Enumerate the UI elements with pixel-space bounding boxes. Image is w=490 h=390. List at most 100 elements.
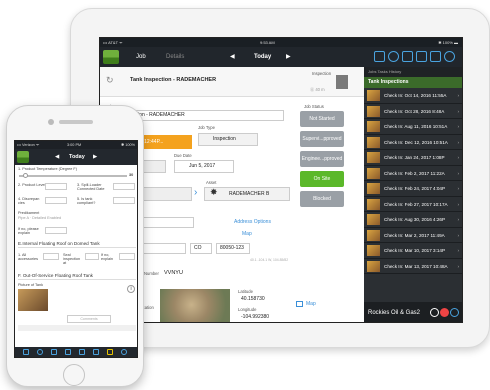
photo-info-icon[interactable]: i bbox=[127, 285, 135, 293]
phone-chart-icon[interactable] bbox=[79, 349, 85, 355]
phone-doc-icon[interactable] bbox=[93, 349, 99, 355]
chevron-right-icon: › bbox=[457, 124, 459, 129]
home-button[interactable] bbox=[63, 364, 85, 386]
temperature-slider[interactable] bbox=[19, 175, 127, 177]
phone-sync-icon[interactable] bbox=[121, 349, 127, 355]
map-pin-icon[interactable] bbox=[388, 51, 399, 62]
front-camera bbox=[48, 119, 54, 125]
list-icon[interactable] bbox=[374, 51, 385, 62]
check-in-item[interactable]: Check In: Oct 28, 2016 8:48A › bbox=[364, 104, 462, 119]
slider-thumb[interactable] bbox=[23, 173, 28, 178]
grid-icon[interactable] bbox=[416, 51, 427, 62]
tablet-status-bar: ••• AT&T ᯤ 9:53 AM ✱ 100% ▬ bbox=[100, 38, 462, 47]
explain-input[interactable] bbox=[45, 227, 67, 234]
phone-tab-bar bbox=[15, 347, 137, 357]
phone-device: ••• Verizon ᯤ 3:00 PM ✱ 100% ◀ Today ▶ 1… bbox=[6, 105, 144, 387]
check-in-thumbnail bbox=[367, 136, 380, 148]
status-supervisor-approved-button[interactable]: Supervi...pproved bbox=[300, 131, 344, 147]
check-in-thumbnail bbox=[367, 198, 380, 210]
today-label[interactable]: Today bbox=[254, 47, 271, 67]
check-in-item[interactable]: Check In: Feb 27, 2017 10:17A › bbox=[364, 197, 462, 212]
check-in-list: Check In: Oct 14, 2016 11:55A › Check In: … bbox=[364, 88, 462, 274]
latitude-field[interactable]: 40.158730 bbox=[238, 295, 286, 306]
refresh-icon[interactable]: ↻ bbox=[106, 75, 114, 86]
explain2-input[interactable] bbox=[119, 253, 135, 260]
check-in-item[interactable]: Check In: Aug 30, 2016 4:26P › bbox=[364, 212, 462, 228]
chevron-right-icon: › bbox=[457, 201, 459, 207]
chevron-right-icon: › bbox=[194, 187, 198, 198]
inspection-form: 1. Product Temperature (Degree F) 30 2. … bbox=[15, 165, 137, 349]
check-in-item[interactable]: Check In: Mar 2, 2017 11:49A › bbox=[364, 228, 462, 243]
accessories-input[interactable] bbox=[43, 253, 59, 260]
job-type-label: Job Type bbox=[198, 125, 215, 130]
phone-bell-icon[interactable] bbox=[107, 349, 113, 355]
due-date-value: Jun 5, 2017 bbox=[189, 163, 216, 169]
alert-icon[interactable] bbox=[440, 308, 449, 317]
phone-status-bar: ••• Verizon ᯤ 3:00 PM ✱ 100% bbox=[15, 141, 137, 149]
sidebar-tabs[interactable]: Jobs Tasks History bbox=[364, 67, 462, 77]
check-in-label: Check In: Dec 12, 2016 10:51A bbox=[384, 139, 448, 145]
number-label: Number bbox=[144, 271, 159, 276]
map-icon[interactable] bbox=[296, 301, 303, 307]
status-engineer-approved-button[interactable]: Enginee...pproved bbox=[300, 151, 344, 167]
state-field[interactable]: CO bbox=[190, 243, 212, 254]
zip-field[interactable]: 80050-123 bbox=[216, 243, 250, 254]
job-type-field[interactable]: Inspection bbox=[198, 133, 258, 146]
check-in-thumbnail bbox=[367, 214, 380, 225]
status-on-site-button[interactable]: On Site bbox=[300, 171, 344, 187]
phone-today-label[interactable]: Today bbox=[69, 149, 85, 165]
location-map-link[interactable]: Map bbox=[306, 301, 316, 307]
product-level-input[interactable] bbox=[45, 183, 67, 190]
address-map-link[interactable]: Map bbox=[242, 231, 252, 237]
comments-input[interactable]: Comments bbox=[67, 315, 111, 323]
slider-max-label: 30 bbox=[129, 173, 134, 177]
check-in-item[interactable]: Check In: Dec 12, 2016 10:51A › bbox=[364, 135, 462, 150]
next-day-button[interactable]: ▶ bbox=[286, 47, 291, 67]
check-in-item[interactable]: Check In: Jan 24, 2017 1:08P › bbox=[364, 150, 462, 166]
check-in-thumbnail bbox=[367, 152, 380, 163]
chart-icon[interactable] bbox=[430, 51, 441, 62]
check-in-label: Check In: Mar 2, 2017 11:49A bbox=[384, 232, 445, 238]
info-icon[interactable] bbox=[430, 308, 439, 317]
job-back-button[interactable]: Job bbox=[136, 47, 146, 67]
phone-prev-day-button[interactable]: ◀ bbox=[55, 149, 59, 165]
compliant-input[interactable] bbox=[113, 197, 135, 204]
latitude-label: Latitude bbox=[238, 289, 253, 294]
seal-input[interactable] bbox=[85, 253, 99, 260]
phone-map-pin-icon[interactable] bbox=[37, 349, 43, 355]
calendar-icon[interactable] bbox=[402, 51, 413, 62]
prev-day-button[interactable]: ◀ bbox=[230, 47, 235, 67]
q-accessories-label: 1. All accessories bbox=[18, 253, 39, 261]
address-options-link[interactable]: Address Options bbox=[234, 219, 271, 225]
sidebar-title: Tank Inspections bbox=[364, 77, 462, 88]
phone-list-icon[interactable] bbox=[23, 349, 29, 355]
status-not-started-button[interactable]: Not Started bbox=[300, 111, 344, 127]
longitude-field[interactable]: -104.992380 bbox=[238, 313, 286, 322]
phone-grid-icon[interactable] bbox=[65, 349, 71, 355]
status-blocked-button[interactable]: Blocked bbox=[300, 191, 344, 207]
location-satellite-map[interactable] bbox=[160, 289, 230, 322]
tablet-screen: ••• AT&T ᯤ 9:53 AM ✱ 100% ▬ Job Details … bbox=[99, 37, 463, 323]
company-name: Rockies Oil & Gas2 bbox=[368, 310, 421, 316]
check-in-thumbnail bbox=[367, 121, 380, 132]
settings-icon[interactable] bbox=[444, 51, 455, 62]
chevron-right-icon: › bbox=[457, 232, 459, 238]
due-date-field[interactable]: Jun 5, 2017 bbox=[174, 160, 234, 173]
sync-icon[interactable] bbox=[450, 308, 459, 317]
phone-calendar-icon[interactable] bbox=[51, 349, 57, 355]
check-in-item[interactable]: Check In: Feb 2, 2017 11:22A › bbox=[364, 166, 462, 181]
check-in-item[interactable]: Check In: Oct 14, 2016 11:55A › bbox=[364, 88, 462, 104]
tank-photo[interactable] bbox=[18, 289, 48, 311]
spill-input[interactable] bbox=[113, 183, 135, 190]
check-in-item[interactable]: Check In: Mar 13, 2017 10:48A › bbox=[364, 259, 462, 274]
check-in-thumbnail bbox=[367, 229, 380, 241]
discrepancies-input[interactable] bbox=[45, 197, 67, 204]
check-in-item[interactable]: Check In: Aug 11, 2016 10:51A › bbox=[364, 119, 462, 135]
duration-label: ⓪ 40 m bbox=[310, 87, 325, 92]
check-in-item[interactable]: Check In: Feb 24, 2017 4:04P › bbox=[364, 181, 462, 197]
check-in-item[interactable]: Check In: Mar 10, 2017 3:14P › bbox=[364, 243, 462, 259]
details-button[interactable]: Details bbox=[166, 47, 184, 67]
phone-next-day-button[interactable]: ▶ bbox=[93, 149, 97, 165]
due-date-label: Due Date bbox=[174, 153, 192, 158]
chevron-right-icon: › bbox=[457, 155, 459, 160]
